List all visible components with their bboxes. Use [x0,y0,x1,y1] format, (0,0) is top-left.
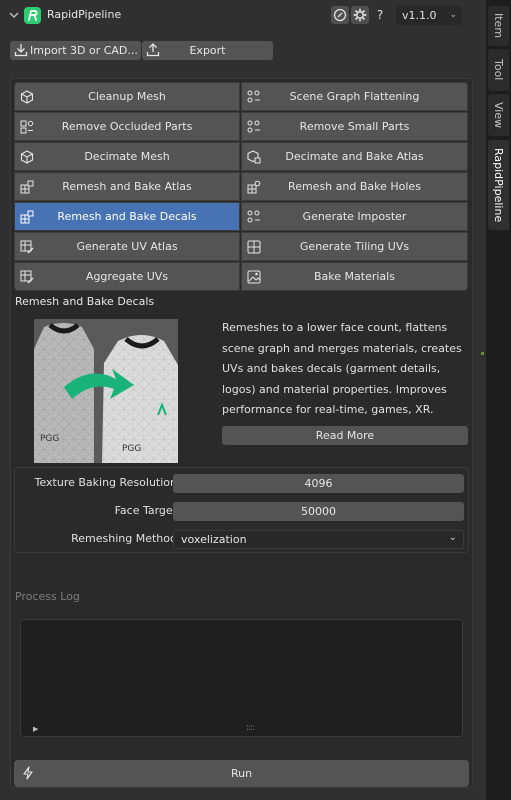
process-log-label: Process Log [15,590,80,603]
tab-item[interactable]: Item [488,6,509,46]
sidebar-tabs: Item Tool View RapidPipeline [486,0,511,800]
rapidpipeline-panel: RapidPipeline ? v1.1.0 ⌄ Import 3D or CA… [0,0,484,800]
op-label: Decimate Mesh [84,150,170,163]
op-label: Bake Materials [314,270,395,283]
scene-graph-icon [247,90,260,103]
tab-label: View [492,101,505,129]
imposter-icon [247,210,260,223]
preview-label: PGG [40,434,59,444]
op-label: Cleanup Mesh [88,90,166,103]
op-label: Aggregate UVs [85,270,169,283]
operation-preview-image: PGG PGG [34,319,178,463]
remesh-holes-icon [247,180,261,194]
operations-grid: Cleanup Mesh Scene Graph Flattening Remo… [14,82,469,291]
tab-view[interactable]: View [488,94,509,136]
preview-label: PGG [122,444,141,454]
run-label: Run [230,767,253,780]
texture-resolution-row: Texture Baking Resolution 4096 [15,474,470,493]
cleanup-mesh-icon [20,90,34,104]
remesh-decals-icon [20,210,34,224]
help-circle-icon[interactable] [331,6,349,24]
face-target-row: Face Target 50000 [15,502,470,521]
export-button[interactable]: Export [142,41,273,60]
run-button[interactable]: Run [14,760,469,787]
toolbar: Import 3D or CAD... Export [10,41,273,60]
selected-operation-title: Remesh and Bake Decals [15,295,155,308]
viewport-marker [481,352,484,355]
op-remesh-and-bake-decals[interactable]: Remesh and Bake Decals [14,202,240,231]
op-scene-graph-flattening[interactable]: Scene Graph Flattening [241,82,468,111]
parameters-box: Texture Baking Resolution 4096 Face Targ… [14,467,469,553]
panel-title: RapidPipeline [47,8,122,21]
question-icon[interactable]: ? [371,6,389,24]
op-remove-occluded-parts[interactable]: Remove Occluded Parts [14,112,240,141]
tab-label: Item [492,13,505,39]
version-value: v1.1.0 [402,9,437,22]
small-parts-icon [247,120,260,133]
op-remesh-and-bake-atlas[interactable]: Remesh and Bake Atlas [14,172,240,201]
face-target-label: Face Target [114,504,177,517]
download-icon [14,44,28,57]
occluded-parts-icon [20,120,34,134]
lightning-icon [23,766,33,780]
resize-grip-icon[interactable]: :::: [246,723,255,733]
process-log-area[interactable]: ▶ :::: [20,619,463,737]
import-label: Import 3D or CAD... [30,44,138,57]
op-generate-uv-atlas[interactable]: Generate UV Atlas [14,232,240,261]
op-decimate-mesh[interactable]: Decimate Mesh [14,142,240,171]
uv-atlas-icon [20,240,34,254]
op-label: Generate Imposter [302,210,407,223]
remeshing-method-row: Remeshing Method voxelization ⌄ [15,530,470,549]
version-select[interactable]: v1.1.0 ⌄ [396,6,462,25]
op-cleanup-mesh[interactable]: Cleanup Mesh [14,82,240,111]
remeshing-method-value: voxelization [181,533,247,546]
texture-resolution-field[interactable]: 4096 [173,474,464,493]
op-remesh-and-bake-holes[interactable]: Remesh and Bake Holes [241,172,468,201]
face-target-field[interactable]: 50000 [173,502,464,521]
op-generate-imposter[interactable]: Generate Imposter [241,202,468,231]
decimate-atlas-icon [247,150,261,164]
op-label: Scene Graph Flattening [289,90,420,103]
question-glyph: ? [376,8,384,22]
bake-materials-icon [247,270,261,284]
tab-rapidpipeline[interactable]: RapidPipeline [488,140,509,230]
remeshing-method-select[interactable]: voxelization ⌄ [173,530,464,549]
upload-icon [146,43,160,57]
op-label: Remove Small Parts [299,120,410,133]
chevron-down-icon: ⌄ [448,532,457,543]
op-generate-tiling-uvs[interactable]: Generate Tiling UVs [241,232,468,261]
import-button[interactable]: Import 3D or CAD... [10,41,141,60]
chevron-down-icon[interactable] [8,9,20,21]
op-bake-materials[interactable]: Bake Materials [241,262,468,291]
rapidpipeline-logo-icon [24,7,41,24]
op-label: Generate UV Atlas [76,240,178,253]
op-aggregate-uvs[interactable]: Aggregate UVs [14,262,240,291]
tab-tool[interactable]: Tool [488,49,509,91]
chevron-down-icon: ⌄ [449,10,457,20]
panel-header[interactable]: RapidPipeline ? v1.1.0 ⌄ [0,0,484,30]
export-label: Export [189,44,226,57]
expand-arrow-icon[interactable]: ▶ [33,725,38,733]
tab-label: RapidPipeline [492,147,505,223]
aggregate-uv-icon [20,270,34,284]
op-label: Remesh and Bake Atlas [62,180,192,193]
remeshing-method-label: Remeshing Method [71,532,177,545]
op-label: Remesh and Bake Holes [288,180,421,193]
op-label: Remesh and Bake Decals [57,210,197,223]
decimate-icon [20,150,34,164]
op-label: Decimate and Bake Atlas [285,150,424,163]
texture-resolution-label: Texture Baking Resolution [34,476,177,489]
tiling-uv-icon [247,240,261,254]
header-icon-group: ? [331,6,391,24]
read-more-button[interactable]: Read More [222,426,468,445]
op-remove-small-parts[interactable]: Remove Small Parts [241,112,468,141]
tab-label: Tool [492,59,505,81]
op-label: Generate Tiling UVs [299,240,410,253]
gear-icon[interactable] [351,6,369,24]
remesh-atlas-icon [20,180,34,194]
op-decimate-and-bake-atlas[interactable]: Decimate and Bake Atlas [241,142,468,171]
op-label: Remove Occluded Parts [61,120,193,133]
operation-description: Remeshes to a lower face count, flattens… [222,321,462,417]
